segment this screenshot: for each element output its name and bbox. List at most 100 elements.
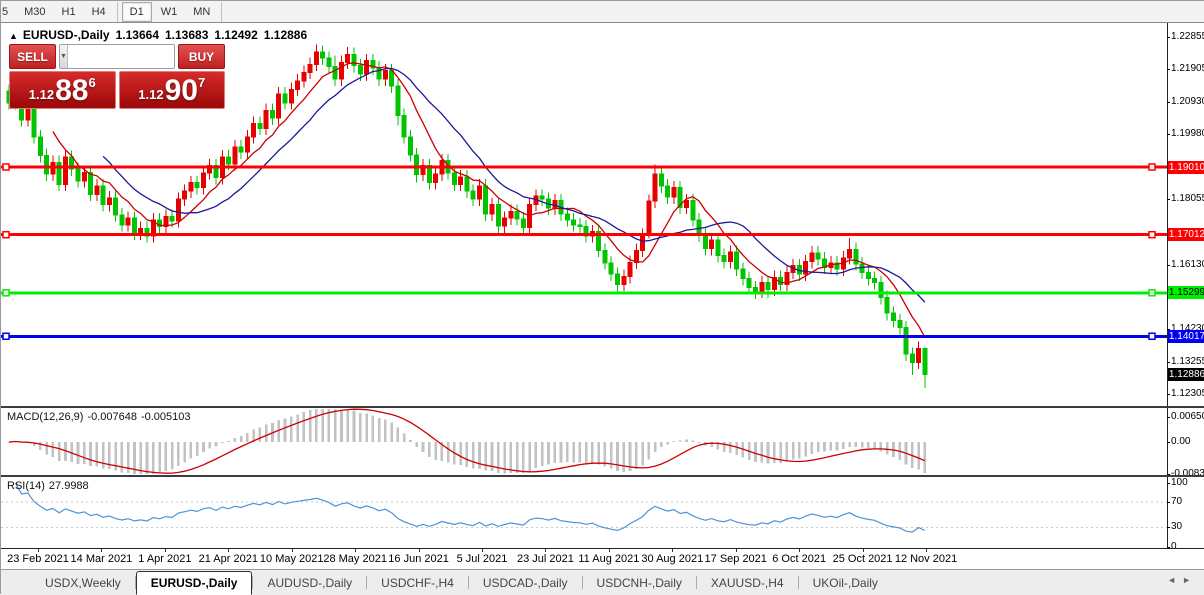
date-label: 16 Jun 2021: [388, 553, 449, 565]
date-tick: [736, 549, 737, 552]
date-tick: [355, 549, 356, 552]
level-line-handle[interactable]: [1149, 164, 1155, 170]
volume-spinner: ▼ ▲: [59, 44, 175, 69]
rsi-indicator-canvas[interactable]: [1, 477, 1167, 548]
macd-signal-value: -0.005103: [141, 411, 191, 423]
timeframe-d1[interactable]: D1: [122, 2, 152, 22]
level-line-handle[interactable]: [1149, 290, 1155, 296]
volume-input[interactable]: [68, 45, 175, 68]
current-price-badge: 1.12886: [1168, 368, 1204, 381]
panel-splitter[interactable]: [1, 475, 1204, 477]
date-label: 23 Feb 2021: [7, 553, 69, 565]
tab-audusd-daily[interactable]: AUDUSD-,Daily: [253, 570, 366, 595]
timeframe-m30[interactable]: M30: [17, 2, 52, 22]
price-level-badge: 1.19010: [1168, 161, 1204, 174]
rsi-label: RSI(14) 27.9988: [7, 480, 89, 492]
macd-tick-label: 0.00: [1171, 436, 1190, 447]
date-tick: [292, 549, 293, 552]
tab-scroll-right-icon[interactable]: ►: [1182, 575, 1197, 585]
price-tick-label: 1.20930: [1171, 96, 1204, 107]
ohlc-open: 1.13664: [116, 28, 159, 42]
tab-xauusd-h4[interactable]: XAUUSD-,H4: [697, 570, 798, 595]
price-tick-label: 1.21905: [1171, 63, 1204, 74]
date-tick: [101, 549, 102, 552]
ohlc-low: 1.12492: [214, 28, 257, 42]
price-axis[interactable]: 1.228551.219051.209301.199801.180551.161…: [1167, 23, 1204, 548]
date-label: 21 Apr 2021: [199, 553, 258, 565]
rsi-value: 27.9988: [49, 480, 89, 492]
date-label: 1 Apr 2021: [138, 553, 191, 565]
chart-tab-bar: USDX,WeeklyEURUSD-,DailyAUDUSD-,DailyUSD…: [1, 569, 1204, 595]
date-tick: [926, 549, 927, 552]
one-click-trading-panel: SELL ▼ ▲ BUY 1.12886 1.12907: [9, 44, 225, 109]
date-tick: [165, 549, 166, 552]
date-axis[interactable]: 23 Feb 202114 Mar 2021 1 Apr 2021 21 Apr 2…: [1, 549, 1204, 569]
timeframe-toolbar: 5M30H1H4 D1W1MN: [1, 1, 1204, 23]
axis-divider: [1, 548, 1204, 549]
level-line-handle[interactable]: [1149, 333, 1155, 339]
timeframe-mn[interactable]: MN: [186, 2, 217, 22]
date-label: 28 May 2021: [323, 553, 387, 565]
sell-price-sup: 6: [88, 75, 95, 90]
date-label: 14 Mar 2021: [71, 553, 133, 565]
date-tick: [609, 549, 610, 552]
timeframe-5[interactable]: 5: [0, 2, 15, 22]
sell-price-prefix: 1.12: [29, 87, 54, 102]
chart-title: ▲ EURUSD-,Daily 1.13664 1.13683 1.12492 1.128…: [9, 28, 313, 42]
date-label: 10 May 2021: [260, 553, 324, 565]
level-line-handle[interactable]: [3, 333, 9, 339]
collapse-triangle-icon[interactable]: ▲: [9, 31, 18, 41]
tab-usdcnh-daily[interactable]: USDCNH-,Daily: [583, 570, 696, 595]
level-line-handle[interactable]: [3, 290, 9, 296]
rsi-name: RSI(14): [7, 480, 45, 492]
date-tick: [799, 549, 800, 552]
price-level-badge: 1.14017: [1168, 330, 1204, 343]
date-tick: [482, 549, 483, 552]
price-level-badge: 1.17012: [1168, 228, 1204, 241]
timeframe-h1[interactable]: H1: [55, 2, 83, 22]
tab-scroll-left-icon[interactable]: ◄: [1167, 575, 1182, 585]
date-label: 23 Jul 2021: [517, 553, 574, 565]
timeframe-w1[interactable]: W1: [154, 2, 185, 22]
sell-button[interactable]: SELL: [9, 44, 56, 69]
buy-button[interactable]: BUY: [178, 44, 225, 69]
volume-decrease-icon[interactable]: ▼: [60, 45, 68, 68]
tab-scroll-arrows[interactable]: ◄►: [1167, 575, 1197, 585]
date-label: 25 Oct 2021: [833, 553, 893, 565]
rsi-tick-label: 0: [1171, 541, 1177, 552]
buy-price-prefix: 1.12: [138, 87, 163, 102]
price-level-badge: 1.15299: [1168, 286, 1204, 299]
rsi-line: [15, 483, 925, 532]
ohlc-close: 1.12886: [264, 28, 307, 42]
date-tick: [228, 549, 229, 552]
date-label: 11 Aug 2021: [578, 553, 639, 565]
buy-price-display[interactable]: 1.12907: [119, 71, 226, 109]
price-tick-label: 1.16130: [1171, 259, 1204, 270]
tab-ukoil-daily[interactable]: UKOil-,Daily: [799, 570, 892, 595]
rsi-tick-label: 70: [1171, 496, 1182, 507]
level-line-handle[interactable]: [3, 164, 9, 170]
tab-usdcad-daily[interactable]: USDCAD-,Daily: [469, 570, 582, 595]
date-tick: [672, 549, 673, 552]
level-line-handle[interactable]: [1149, 232, 1155, 238]
price-tick-label: 1.13255: [1171, 356, 1204, 367]
toolbar-separator: [117, 2, 118, 22]
level-line-handle[interactable]: [3, 232, 9, 238]
price-tick-label: 1.19980: [1171, 128, 1204, 139]
timeframe-h4[interactable]: H4: [85, 2, 113, 22]
tab-eurusd-daily[interactable]: EURUSD-,Daily: [136, 571, 253, 595]
buy-price-sup: 7: [198, 75, 205, 90]
buy-price-big: 90: [165, 76, 198, 106]
rsi-tick-label: 100: [1171, 477, 1188, 488]
tab-usdchf-h4[interactable]: USDCHF-,H4: [367, 570, 468, 595]
date-tick: [545, 549, 546, 552]
date-label: 30 Aug 2021: [641, 553, 703, 565]
ohlc-high: 1.13683: [165, 28, 208, 42]
tab-usdx-weekly[interactable]: USDX,Weekly: [31, 570, 135, 595]
panel-splitter[interactable]: [1, 406, 1204, 408]
chart-symbol-label: EURUSD-,Daily: [23, 28, 110, 42]
macd-name: MACD(12,26,9): [7, 411, 83, 423]
sell-price-display[interactable]: 1.12886: [9, 71, 116, 109]
date-label: 12 Nov 2021: [895, 553, 957, 565]
date-tick: [38, 549, 39, 552]
